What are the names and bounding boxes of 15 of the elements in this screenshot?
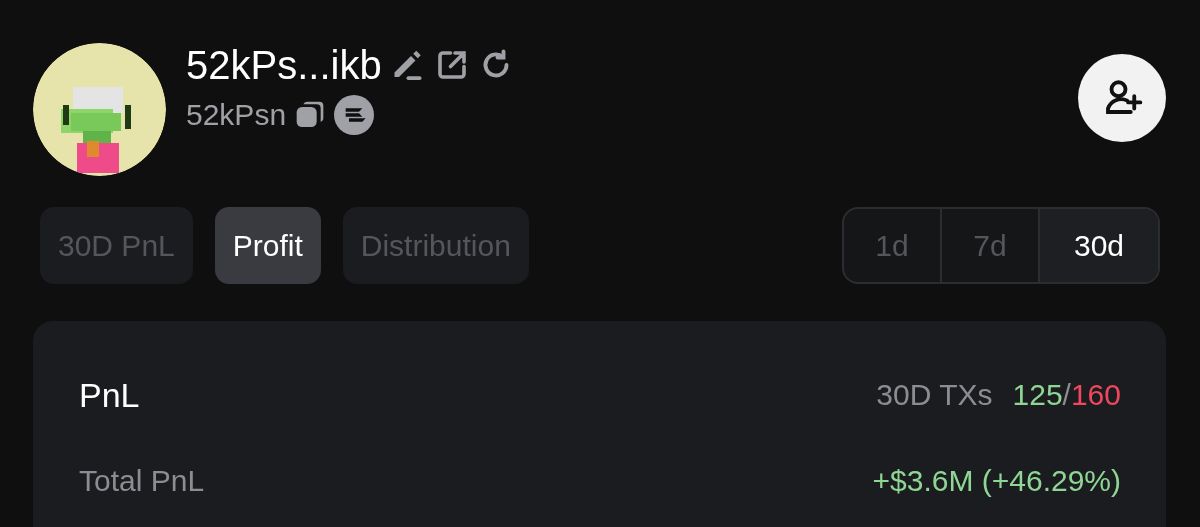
wallet-handle: 52kPsn — [186, 97, 287, 133]
tab[interactable]: Profit — [214, 207, 321, 284]
wallet-name: 52kPs...ikb — [186, 42, 382, 89]
range-option[interactable]: 1d — [844, 209, 942, 282]
stat-label: Total PnL — [79, 464, 205, 498]
separator: / — [1062, 378, 1071, 412]
stat-value: +$3.6M (+46.29%) — [872, 464, 1121, 498]
loss-count: 160 — [1070, 378, 1121, 412]
txs-label: 30D TXs — [876, 378, 993, 412]
tab[interactable]: 30D PnL — [40, 207, 193, 284]
tab[interactable]: Distribution — [342, 207, 529, 284]
win-count: 125 — [1012, 378, 1063, 412]
chain-icon — [334, 95, 375, 135]
range-option[interactable]: 30d — [1040, 209, 1158, 282]
card-title: PnL — [79, 375, 140, 415]
